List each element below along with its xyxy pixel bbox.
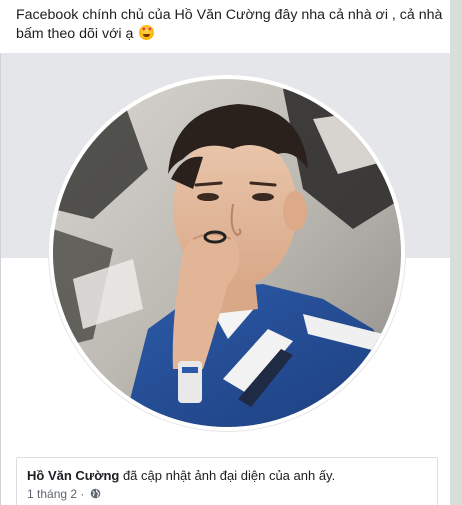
profile-photo[interactable] — [53, 79, 401, 427]
emoji-mouth — [143, 34, 151, 37]
meta-separator: · — [77, 487, 88, 501]
update-meta: 1 tháng 2 · — [27, 487, 101, 502]
post-border-left — [0, 53, 1, 505]
update-headline: Hồ Văn Cường đã cập nhật ảnh đại diện củ… — [27, 468, 335, 484]
globe-icon[interactable] — [90, 488, 101, 499]
heart-eye-right-icon: ♥ — [148, 27, 152, 33]
page-right-rail — [450, 0, 462, 505]
profile-update-card: Hồ Văn Cường đã cập nhật ảnh đại diện củ… — [16, 457, 438, 505]
post-caption-text: Facebook chính chủ của Hồ Văn Cường đây … — [16, 7, 443, 42]
heart-eyes-emoji-icon: ♥ ♥ — [139, 25, 155, 40]
timestamp-link[interactable]: 1 tháng 2 — [27, 487, 77, 501]
heart-eye-left-icon: ♥ — [142, 27, 146, 33]
profile-photo-illustration — [53, 79, 401, 427]
facebook-post: Facebook chính chủ của Hồ Văn Cường đây … — [0, 0, 450, 505]
author-name-link[interactable]: Hồ Văn Cường — [27, 468, 119, 483]
update-action-text: đã cập nhật ảnh đại diện của anh ấy. — [119, 468, 336, 483]
post-caption: Facebook chính chủ của Hồ Văn Cường đây … — [16, 6, 444, 44]
